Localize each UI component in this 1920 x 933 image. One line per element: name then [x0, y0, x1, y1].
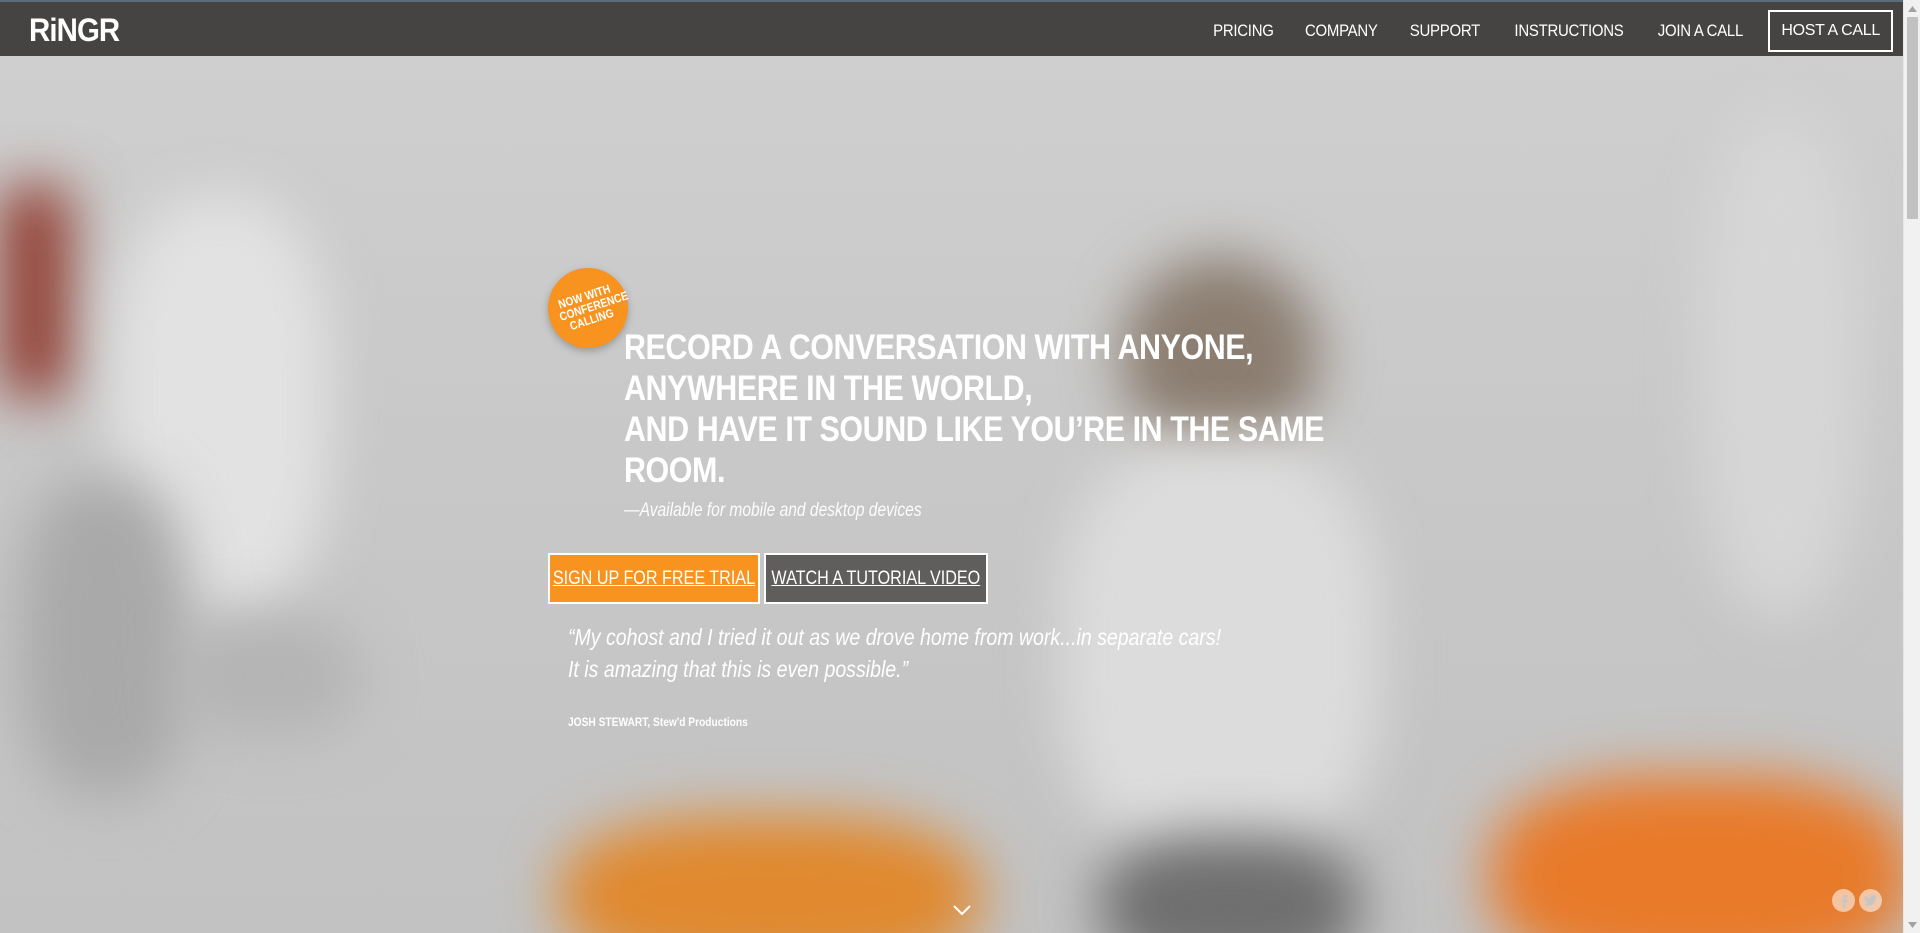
headline-line: ROOM.: [624, 451, 726, 490]
headline-line: RECORD A CONVERSATION WITH ANYONE,: [624, 328, 1254, 367]
chevron-down-icon[interactable]: [950, 898, 974, 922]
nav-join-call-link[interactable]: JOIN A CALL: [1649, 10, 1754, 52]
main-nav: PRICING COMPANY SUPPORT INSTRUCTIONS JOI…: [1198, 10, 1893, 52]
signup-button-label: SIGN UP FOR FREE TRIAL: [552, 567, 756, 589]
twitter-icon[interactable]: [1859, 889, 1882, 912]
nav-pricing-link[interactable]: PRICING: [1204, 10, 1284, 52]
logo-text: RiNGR: [29, 11, 120, 48]
scroll-down-arrow-icon[interactable]: [1904, 916, 1920, 933]
headline-line: AND HAVE IT SOUND LIKE YOU’RE IN THE SAM…: [624, 410, 1325, 449]
watch-tutorial-video-button[interactable]: WATCH A TUTORIAL VIDEO: [764, 553, 988, 604]
nav-instructions-link[interactable]: INSTRUCTIONS: [1504, 10, 1632, 52]
top-navigation-bar: RiNGR PRICING COMPANY SUPPORT INSTRUCTIO…: [0, 0, 1903, 56]
headline-line: ANYWHERE IN THE WORLD,: [624, 369, 1033, 408]
nav-company-link[interactable]: COMPANY: [1295, 10, 1387, 52]
ringr-logo[interactable]: RiNGR: [29, 12, 127, 48]
page-viewport: RiNGR PRICING COMPANY SUPPORT INSTRUCTIO…: [0, 0, 1903, 933]
video-button-label: WATCH A TUTORIAL VIDEO: [771, 567, 981, 589]
testimonial-author: JOSH STEWART, Stew'd Productions: [568, 715, 748, 729]
vertical-scrollbar[interactable]: [1903, 0, 1920, 933]
hero-headline: RECORD A CONVERSATION WITH ANYONE, ANYWH…: [624, 327, 1325, 491]
scroll-up-arrow-icon[interactable]: [1904, 0, 1920, 17]
nav-support-link[interactable]: SUPPORT: [1400, 10, 1490, 52]
badge-text: NOW WITH CONFERENCE CALLING: [556, 281, 630, 334]
host-call-button[interactable]: HOST A CALL: [1768, 10, 1893, 52]
testimonial-quote: “My cohost and I tried it out as we drov…: [568, 624, 1222, 682]
conference-calling-badge: NOW WITH CONFERENCE CALLING: [548, 268, 630, 348]
hero-subline: —Available for mobile and desktop device…: [624, 500, 922, 521]
facebook-icon[interactable]: [1832, 889, 1855, 912]
scrollbar-thumb[interactable]: [1907, 17, 1918, 219]
hero-background-photo: [0, 56, 1903, 933]
signup-free-trial-button[interactable]: SIGN UP FOR FREE TRIAL: [548, 553, 760, 604]
